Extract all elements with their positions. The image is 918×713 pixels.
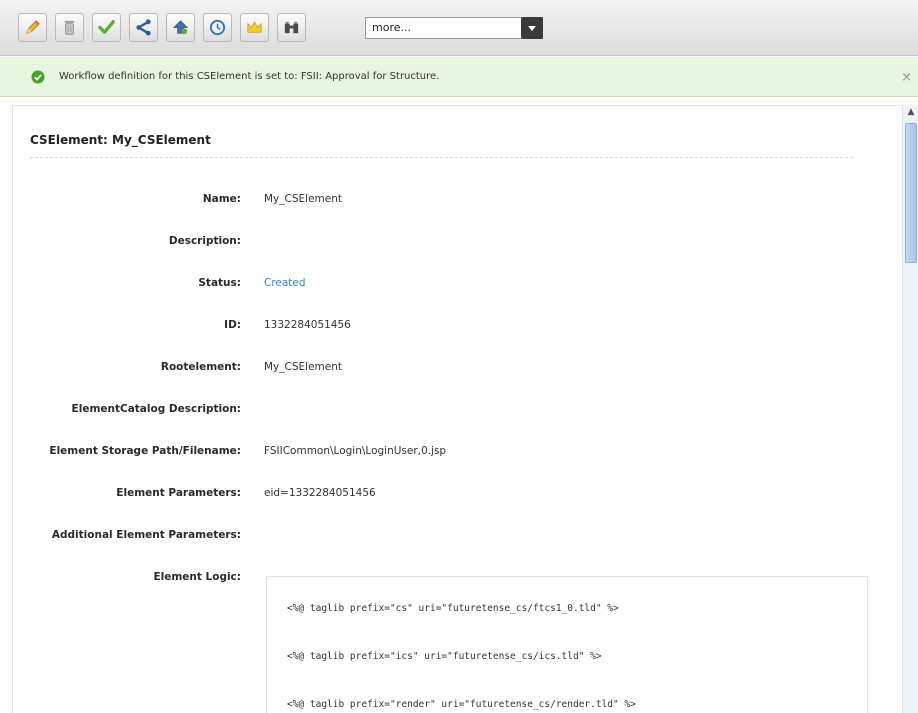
share-button[interactable] bbox=[129, 13, 158, 42]
field-label: Element Parameters: bbox=[116, 487, 241, 499]
field-label: Description: bbox=[168, 235, 241, 247]
field-label: Element Logic: bbox=[153, 571, 241, 583]
code-line: <%@ taglib prefix="cs" uri="futuretense_… bbox=[287, 603, 619, 614]
field-value-element-parameters: eid=1332284051456 bbox=[264, 487, 376, 499]
field-row-status: Status: Created bbox=[13, 277, 893, 297]
history-button[interactable] bbox=[203, 13, 232, 42]
field-value-name: My_CSElement bbox=[264, 193, 342, 205]
delete-button[interactable] bbox=[55, 13, 84, 42]
field-label: ID: bbox=[224, 319, 241, 331]
code-line: <%@ taglib prefix="ics" uri="futuretense… bbox=[287, 651, 602, 662]
title-divider bbox=[30, 157, 853, 158]
page-title: CSElement: My_CSElement bbox=[30, 133, 211, 147]
toolbar: more... bbox=[0, 0, 918, 56]
trash-icon bbox=[64, 20, 75, 35]
more-dropdown-value: more... bbox=[372, 21, 411, 34]
field-row-id: ID: 1332284051456 bbox=[13, 319, 893, 339]
field-value-id: 1332284051456 bbox=[264, 319, 351, 331]
field-label: Status: bbox=[198, 277, 241, 289]
field-value-storage-path: FSIICommon\Login\LoginUser,0.jsp bbox=[264, 445, 447, 457]
pencil-icon bbox=[25, 20, 40, 35]
search-button[interactable] bbox=[277, 13, 306, 42]
scroll-thumb[interactable] bbox=[905, 123, 917, 263]
checkmark-icon bbox=[98, 20, 115, 34]
vertical-scrollbar[interactable]: ▲ bbox=[902, 105, 918, 713]
workflow-message-bar: Workflow definition for this CSElement i… bbox=[0, 57, 918, 97]
bookmark-icon bbox=[172, 20, 189, 35]
field-row-description: Description: bbox=[13, 235, 893, 255]
field-value-rootelement: My_CSElement bbox=[264, 361, 342, 373]
crown-icon bbox=[247, 20, 262, 33]
status-button[interactable] bbox=[240, 13, 269, 42]
field-row-storage-path: Element Storage Path/Filename: FSIICommo… bbox=[13, 445, 893, 465]
element-logic-code[interactable]: <%@ taglib prefix="cs" uri="futuretense_… bbox=[266, 576, 868, 713]
field-label: Element Storage Path/Filename: bbox=[49, 445, 241, 457]
field-row-additional-parameters: Additional Element Parameters: bbox=[13, 529, 893, 549]
field-label: ElementCatalog Description: bbox=[71, 403, 241, 415]
field-row-element-parameters: Element Parameters: eid=1332284051456 bbox=[13, 487, 893, 507]
clock-icon bbox=[209, 19, 226, 36]
field-row-name: Name: My_CSElement bbox=[13, 193, 893, 213]
approve-button[interactable] bbox=[92, 13, 121, 42]
workflow-message-text: Workflow definition for this CSElement i… bbox=[59, 71, 440, 82]
more-dropdown[interactable]: more... bbox=[365, 16, 543, 39]
field-label: Additional Element Parameters: bbox=[51, 529, 241, 541]
scroll-up-icon[interactable]: ▲ bbox=[905, 107, 917, 121]
bookmark-button[interactable] bbox=[166, 13, 195, 42]
binoculars-icon bbox=[284, 21, 299, 34]
code-line: <%@ taglib prefix="render" uri="futurete… bbox=[287, 699, 636, 710]
field-label: Rootelement: bbox=[160, 361, 241, 373]
field-row-elementcatalog-description: ElementCatalog Description: bbox=[13, 403, 893, 423]
close-icon[interactable]: × bbox=[901, 70, 912, 85]
status-link[interactable]: Created bbox=[264, 277, 306, 289]
field-label: Name: bbox=[202, 193, 241, 205]
element-detail-panel: CSElement: My_CSElement Name: My_CSEleme… bbox=[12, 105, 902, 713]
field-row-rootelement: Rootelement: My_CSElement bbox=[13, 361, 893, 381]
chevron-down-icon[interactable] bbox=[521, 16, 543, 39]
share-icon bbox=[136, 19, 151, 36]
edit-button[interactable] bbox=[18, 13, 47, 42]
success-check-icon bbox=[31, 70, 45, 83]
